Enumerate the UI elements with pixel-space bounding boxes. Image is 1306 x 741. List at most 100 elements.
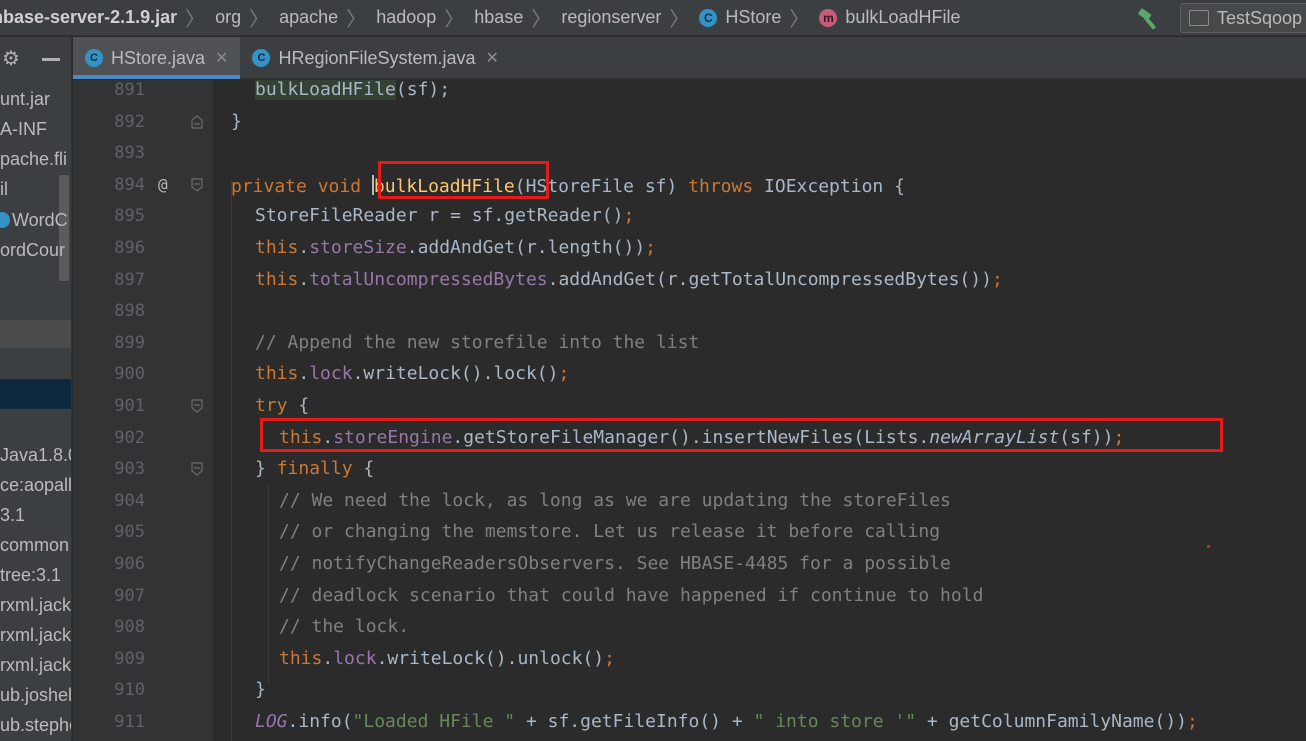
code-token: . <box>322 647 334 669</box>
gutter-line[interactable]: 911 <box>73 711 213 741</box>
project-tree-item[interactable]: rxml.jack <box>0 650 71 680</box>
gutter-line[interactable]: 893 <box>73 142 213 174</box>
navigation-bar: hbase-server-2.1.9.jar 〉 org 〉 apache 〉 had… <box>0 0 1306 36</box>
gutter-line[interactable]: 910 <box>73 679 213 711</box>
fold-marker-icon[interactable] <box>191 399 203 413</box>
code-line[interactable]: // the lock. <box>279 617 409 649</box>
code-line[interactable]: // deadlock scenario that could have hap… <box>279 585 983 618</box>
method-icon: m <box>819 8 838 27</box>
gutter-line[interactable]: 895 <box>73 205 213 237</box>
project-tree-item[interactable]: ordCour <box>0 235 71 265</box>
code-token: " into store '" <box>753 711 927 732</box>
gutter-line[interactable]: 909 <box>73 648 213 680</box>
project-tree-item[interactable]: il <box>0 174 71 204</box>
code-line[interactable]: } <box>255 680 266 712</box>
gutter-line[interactable]: 897 <box>73 269 213 301</box>
gutter-line[interactable]: 903 <box>73 458 213 490</box>
breadcrumb-class[interactable]: C HStore 〉 <box>691 3 811 32</box>
project-tree-item[interactable]: Java1.8.0 <box>0 440 72 470</box>
gutter-line[interactable]: 896 <box>73 237 213 269</box>
gutter-line[interactable]: 892 <box>73 111 213 143</box>
project-tree-item[interactable]: A-INF <box>0 114 71 144</box>
gutter-line[interactable]: 901 <box>73 395 213 427</box>
code-line[interactable]: StoreFileReader r = sf.getReader(); <box>255 206 634 238</box>
gutter-line[interactable]: 906 <box>73 553 213 585</box>
project-tree-item[interactable]: ce:aopall <box>0 470 71 500</box>
breadcrumb-jar[interactable]: hbase-server-2.1.9.jar 〉 <box>0 3 207 32</box>
gear-icon[interactable]: ⚙ <box>2 49 22 69</box>
project-tree-item[interactable]: rxml.jack <box>0 590 71 620</box>
line-number: 892 <box>114 111 145 132</box>
fold-marker-icon[interactable] <box>191 114 203 129</box>
code-token: // notifyChangeReadersObservers. See HBA… <box>279 553 951 574</box>
editor-gutter[interactable]: 891 892 893 894 @895 896 897 898 899 900 901 902 903… <box>73 80 213 741</box>
gutter-line[interactable]: 891 <box>73 79 213 111</box>
line-number: 901 <box>114 396 145 416</box>
project-tree-item[interactable]: WordC <box>0 205 71 235</box>
chevron-right-icon: 〉 <box>346 9 367 31</box>
breadcrumb-regionserver[interactable]: regionserver 〉 <box>553 3 691 32</box>
build-hammer-icon[interactable] <box>1136 5 1162 31</box>
breadcrumb-hbase[interactable]: hbase 〉 <box>466 3 553 32</box>
gutter-line[interactable]: 899 <box>73 332 213 364</box>
chevron-right-icon: 〉 <box>185 9 206 31</box>
project-tree-item[interactable]: common <box>0 530 71 560</box>
project-tree-item-label: WordC <box>12 210 68 230</box>
code-token: . <box>298 237 310 258</box>
breadcrumb-hadoop[interactable]: hadoop 〉 <box>368 3 466 32</box>
code-line[interactable]: LOG.info("Loaded HFile " + sf.getFileInf… <box>255 712 1198 741</box>
project-tree-item-label: il <box>0 179 8 199</box>
gutter-line[interactable]: 898 <box>73 300 213 332</box>
code-line[interactable]: this.lock.writeLock().lock(); <box>255 364 569 396</box>
code-line[interactable]: this.totalUncompressedBytes.addAndGet(r.… <box>255 269 1003 302</box>
gutter-line[interactable]: 902 <box>73 427 213 459</box>
hide-panel-icon[interactable] <box>42 58 60 61</box>
breadcrumb-method[interactable]: m bulkLoadHFile <box>811 7 966 28</box>
close-icon[interactable]: ✕ <box>486 48 499 68</box>
override-at-icon[interactable]: @ <box>158 175 168 194</box>
gutter-line[interactable]: 907 <box>73 585 213 617</box>
tab-hregionfilesystem[interactable]: C HRegionFileSystem.java ✕ <box>240 37 510 79</box>
gutter-line[interactable]: 904 <box>73 490 213 522</box>
project-tree-item[interactable]: 3.1 <box>0 500 71 530</box>
code-line[interactable]: bulkLoadHFile(sf); <box>255 80 450 112</box>
breadcrumb-apache[interactable]: apache 〉 <box>271 3 368 32</box>
project-tree-item-label: pache.fli <box>0 149 68 169</box>
code-line[interactable]: // or changing the memstore. Let us rele… <box>279 522 940 554</box>
code-line[interactable]: this.storeSize.addAndGet(r.length()); <box>255 238 656 270</box>
line-number: 910 <box>114 680 145 701</box>
line-number: 894 <box>114 174 145 195</box>
code-line[interactable]: private void bulkLoadHFile(HStoreFile sf… <box>231 174 905 207</box>
code-editor[interactable]: bulkLoadHFile(sf);} private void bulkLoad… <box>213 80 1306 741</box>
project-toolbar: ⚙ <box>0 37 71 81</box>
code-line[interactable]: } finally { <box>255 459 374 491</box>
close-icon[interactable]: ✕ <box>215 48 228 68</box>
line-number: 911 <box>114 712 145 732</box>
project-tree-item[interactable]: ub.joshels <box>0 680 71 710</box>
project-tree-item[interactable]: unt.jar <box>0 84 71 114</box>
code-line[interactable]: this.lock.writeLock().unlock(); <box>279 647 615 681</box>
tab-hstore[interactable]: C HStore.java ✕ <box>73 37 241 79</box>
project-tree-item[interactable]: tree:3.1 <box>0 560 71 590</box>
code-line[interactable]: } <box>231 111 242 144</box>
code-token: finally <box>276 458 364 480</box>
code-line[interactable]: // notifyChangeReadersObservers. See HBA… <box>279 554 951 586</box>
fold-marker-icon[interactable] <box>191 462 203 476</box>
project-tree-item[interactable]: ub.stephe <box>0 710 71 740</box>
code-token: this <box>255 363 299 385</box>
gutter-line[interactable]: 905 <box>73 521 213 553</box>
code-token: StoreFileReader r = sf.getReader() <box>255 205 624 227</box>
line-number: 893 <box>114 143 145 164</box>
run-configuration-selector[interactable]: TestSqoop <box>1180 3 1306 33</box>
project-tree-item[interactable]: pache.fli <box>0 144 71 174</box>
code-line[interactable]: // We need the lock, as long as we are u… <box>279 490 951 523</box>
fold-marker-icon[interactable] <box>191 178 203 192</box>
gutter-line[interactable]: 894 @ <box>73 174 213 206</box>
gutter-line[interactable]: 908 <box>73 616 213 648</box>
gutter-line[interactable]: 900 <box>73 363 213 395</box>
code-line[interactable]: // Append the new storefile into the lis… <box>255 332 699 365</box>
breadcrumb-org[interactable]: org 〉 <box>207 3 271 32</box>
code-token: .writeLock().unlock() <box>376 647 605 669</box>
project-tree-item-label: Java1.8.0 <box>0 445 72 465</box>
project-tree-item[interactable]: rxml.jack <box>0 620 71 650</box>
